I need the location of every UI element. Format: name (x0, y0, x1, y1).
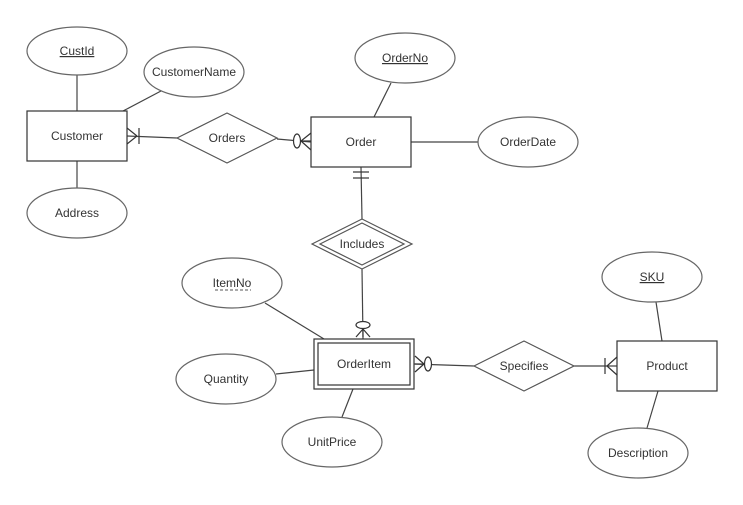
entity-order[interactable]: Order (310, 116, 412, 168)
attribute-address[interactable]: Address (26, 187, 128, 239)
connector-unitprice (341, 388, 354, 418)
attribute-sku[interactable]: SKU (601, 251, 703, 303)
er-diagram-canvas: CustId CustomerName Address OrderNo Orde… (26, 26, 718, 479)
crows-foot-zero-or-many-orderitem-right (414, 355, 433, 373)
relationship-orders[interactable]: Orders (175, 112, 279, 164)
connector-sku (655, 301, 663, 342)
connector-customername (122, 90, 162, 112)
attribute-orderdate[interactable]: OrderDate (477, 116, 579, 168)
connector-quantity (275, 369, 315, 375)
attribute-unitprice[interactable]: UnitPrice (281, 416, 383, 468)
entity-label: Customer (51, 129, 103, 143)
attribute-label: CustomerName (152, 65, 236, 79)
entity-label: Product (646, 359, 688, 373)
connector-description (646, 390, 659, 429)
attribute-custid[interactable]: CustId (26, 26, 128, 76)
attribute-description[interactable]: Description (587, 427, 689, 479)
relationship-specifies[interactable]: Specifies (472, 340, 576, 392)
entity-product[interactable]: Product (616, 340, 718, 392)
attribute-label: UnitPrice (308, 435, 357, 449)
entity-label: Order (346, 135, 377, 149)
relationship-label: Specifies (500, 359, 549, 373)
connector-orderno (373, 82, 392, 118)
attribute-label: OrderDate (500, 135, 556, 149)
attribute-customername[interactable]: CustomerName (143, 46, 245, 98)
entity-customer[interactable]: Customer (26, 110, 128, 162)
crows-foot-zero-or-many-order (292, 132, 312, 151)
entity-orderitem[interactable]: OrderItem (313, 338, 415, 390)
crows-foot-zero-or-many-orderitem-top (355, 320, 371, 338)
connector-order-includes (360, 166, 363, 220)
attribute-label: CustId (60, 44, 95, 58)
relationship-includes[interactable]: Includes (310, 218, 414, 270)
attribute-label: Description (608, 446, 668, 460)
attribute-orderno[interactable]: OrderNo (354, 32, 456, 84)
attribute-label: Address (55, 206, 99, 220)
relationship-label: Includes (340, 237, 385, 251)
attribute-label: OrderNo (382, 51, 428, 65)
attribute-quantity[interactable]: Quantity (175, 353, 277, 405)
attribute-label: SKU (640, 270, 665, 284)
connector-itemno (264, 302, 325, 340)
attribute-itemno[interactable]: ItemNo (181, 257, 283, 309)
attribute-label: Quantity (204, 372, 249, 386)
entity-label: OrderItem (337, 357, 391, 371)
relationship-label: Orders (209, 131, 246, 145)
attribute-label: ItemNo (213, 276, 252, 290)
